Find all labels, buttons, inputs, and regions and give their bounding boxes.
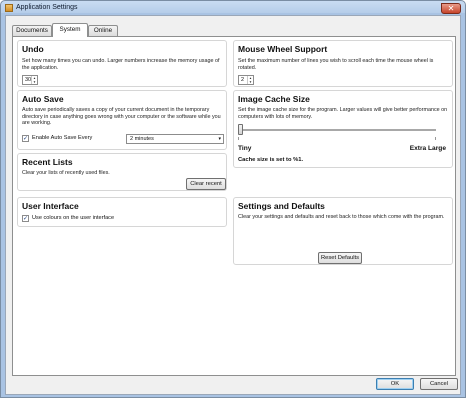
image-cache-heading: Image Cache Size — [238, 94, 310, 104]
scroll-lines-value: 2 — [241, 77, 245, 83]
cache-max-label: Extra Large — [409, 145, 446, 152]
auto-save-checkbox-label[interactable]: Enable Auto Save Every — [32, 135, 92, 141]
application-settings-window: Application Settings ✕ Documents System … — [0, 0, 466, 398]
spin-down-icon[interactable]: ▼ — [32, 80, 37, 84]
image-cache-group: Image Cache Size Set the image cache siz… — [233, 90, 453, 168]
cancel-button[interactable]: Cancel — [420, 378, 458, 390]
use-colours-checkbox-label[interactable]: Use colours on the user interface — [32, 215, 114, 221]
undo-group: Undo Set how many times you can undo. La… — [17, 40, 227, 87]
spin-arrows[interactable]: ▲ ▼ — [31, 76, 37, 84]
recent-lists-heading: Recent Lists — [22, 157, 73, 167]
settings-defaults-description: Clear your settings and defaults and res… — [238, 214, 445, 220]
spin-down-icon[interactable]: ▼ — [248, 80, 253, 84]
slider-ticks — [238, 137, 436, 140]
recent-lists-group: Recent Lists Clear your lists of recentl… — [17, 153, 227, 191]
undo-description: Set how many times you can undo. Larger … — [22, 58, 220, 71]
cache-size-status: Cache size is set to %1. — [238, 157, 304, 163]
auto-save-checkbox[interactable]: ✓ — [22, 135, 29, 142]
dialog-client-area: Documents System Online Undo Set how man… — [5, 15, 461, 395]
window-title: Application Settings — [16, 4, 78, 11]
auto-save-group: Auto Save Auto save periodically saves a… — [17, 90, 227, 150]
cache-size-slider-track[interactable] — [238, 129, 436, 131]
tab-online[interactable]: Online — [88, 25, 118, 36]
close-button[interactable]: ✕ — [441, 3, 461, 14]
spin-arrows[interactable]: ▲ ▼ — [247, 76, 253, 84]
auto-save-interval-dropdown[interactable]: 2 minutes ▾ — [126, 134, 224, 144]
auto-save-description: Auto save periodically saves a copy of y… — [22, 107, 221, 127]
undo-levels-spinbox[interactable]: 30 ▲ ▼ — [22, 75, 38, 85]
dropdown-arrow-icon: ▾ — [218, 136, 221, 142]
cache-size-slider-thumb[interactable] — [238, 124, 243, 135]
mouse-wheel-heading: Mouse Wheel Support — [238, 44, 328, 54]
reset-defaults-button[interactable]: Reset Defaults — [318, 252, 362, 264]
app-icon — [5, 4, 13, 12]
title-bar[interactable]: Application Settings ✕ — [1, 1, 465, 15]
user-interface-group: User Interface ✓ Use colours on the user… — [17, 197, 227, 227]
user-interface-heading: User Interface — [22, 201, 79, 211]
system-tab-panel: Undo Set how many times you can undo. La… — [12, 36, 456, 376]
tab-documents[interactable]: Documents — [12, 25, 52, 36]
clear-recent-button[interactable]: Clear recent — [186, 178, 226, 190]
auto-save-heading: Auto Save — [22, 94, 64, 104]
settings-defaults-heading: Settings and Defaults — [238, 201, 325, 211]
auto-save-interval-value: 2 minutes — [130, 136, 154, 142]
undo-heading: Undo — [22, 44, 44, 54]
use-colours-checkbox[interactable]: ✓ — [22, 215, 29, 222]
scroll-lines-spinbox[interactable]: 2 ▲ ▼ — [238, 75, 254, 85]
cache-min-label: Tiny — [238, 145, 252, 152]
settings-defaults-group: Settings and Defaults Clear your setting… — [233, 197, 453, 265]
tab-system[interactable]: System — [52, 23, 88, 37]
recent-lists-description: Clear your lists of recently used files. — [22, 170, 110, 176]
image-cache-description: Set the image cache size for the program… — [238, 107, 448, 120]
mouse-wheel-group: Mouse Wheel Support Set the maximum numb… — [233, 40, 453, 87]
ok-button[interactable]: OK — [376, 378, 414, 390]
mouse-wheel-description: Set the maximum number of lines you wish… — [238, 58, 434, 71]
